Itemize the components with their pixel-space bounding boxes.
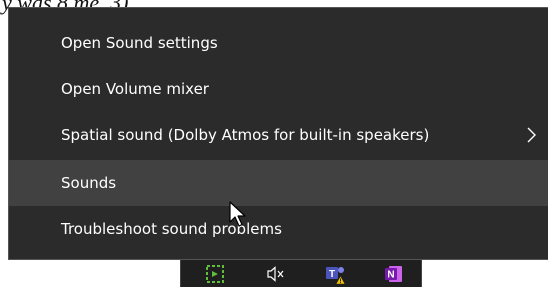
- menu-item-sounds[interactable]: Sounds: [9, 160, 548, 206]
- menu-item-open-sound-settings[interactable]: Open Sound settings: [9, 20, 548, 66]
- menu-item-label: Sounds: [61, 174, 117, 192]
- sound-context-menu: Open Sound settings Open Volume mixer Sp…: [8, 7, 548, 260]
- menu-item-troubleshoot[interactable]: Troubleshoot sound problems: [9, 206, 548, 252]
- chevron-right-icon: [527, 127, 536, 143]
- taskbar: T N: [0, 260, 548, 287]
- svg-text:N: N: [387, 270, 394, 281]
- speaker-muted-icon[interactable]: [265, 263, 287, 285]
- menu-item-label: Open Volume mixer: [61, 80, 209, 98]
- menu-item-label: Open Sound settings: [61, 34, 218, 52]
- menu-item-label: Spatial sound (Dolby Atmos for built-in …: [61, 126, 430, 144]
- menu-item-open-volume-mixer[interactable]: Open Volume mixer: [9, 66, 548, 112]
- onenote-icon[interactable]: N: [383, 263, 405, 285]
- menu-item-spatial-sound[interactable]: Spatial sound (Dolby Atmos for built-in …: [9, 112, 548, 158]
- teams-warning-icon[interactable]: T: [324, 263, 346, 285]
- menu-item-label: Troubleshoot sound problems: [61, 220, 282, 238]
- svg-text:T: T: [329, 269, 335, 280]
- green-app-icon[interactable]: [204, 263, 226, 285]
- mouse-cursor-icon: [229, 201, 246, 227]
- system-tray: T N: [180, 260, 422, 287]
